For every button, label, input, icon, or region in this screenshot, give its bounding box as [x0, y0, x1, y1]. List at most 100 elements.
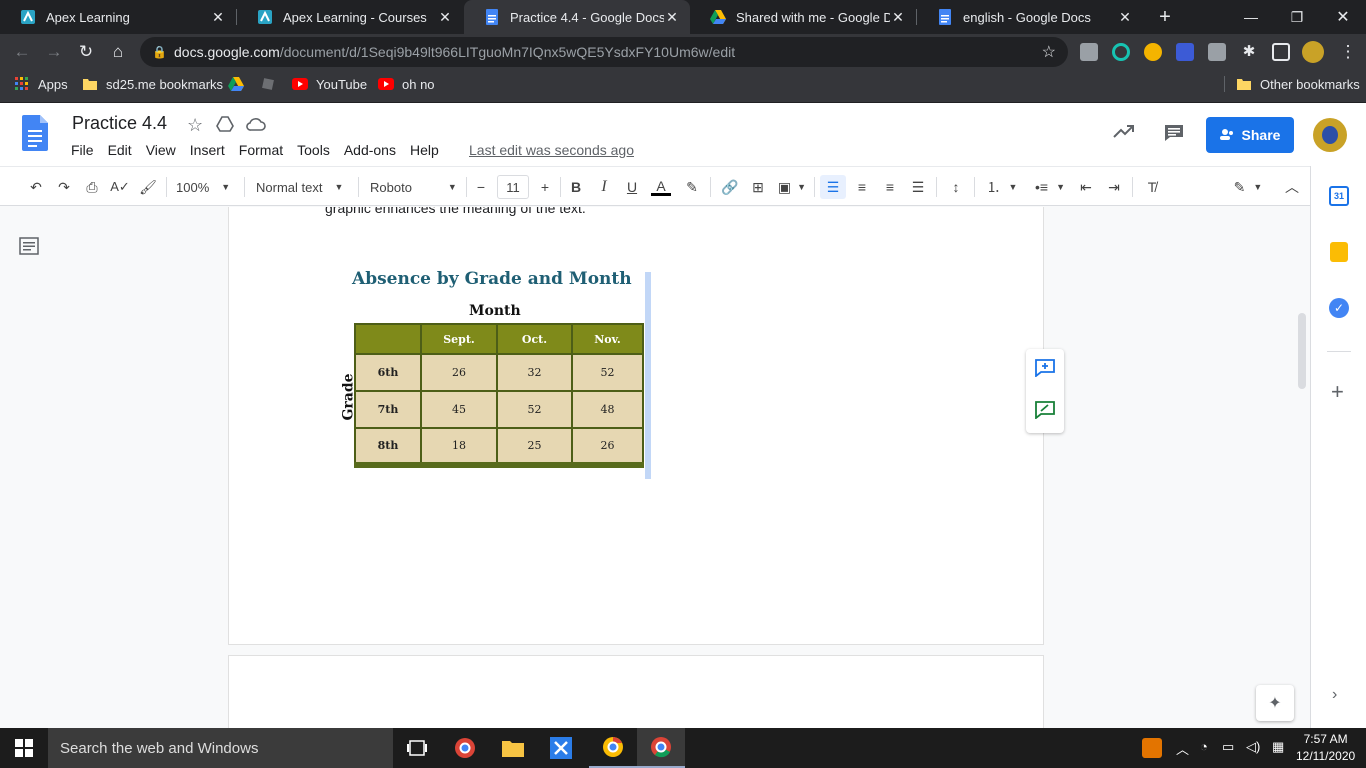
editing-mode-icon[interactable]: ✎ ▼	[1228, 175, 1268, 199]
tab-practice-doc[interactable]: Practice 4.4 - Google Docs ✕	[464, 0, 690, 34]
redo-icon[interactable]: ↷	[52, 175, 76, 199]
bulleted-list-icon[interactable]: •≡ ▼	[1030, 175, 1070, 199]
menu-edit[interactable]: Edit	[108, 142, 132, 158]
star-icon[interactable]: ☆	[187, 115, 203, 136]
file-explorer-icon[interactable]	[489, 728, 537, 768]
explore-button[interactable]: ✦	[1256, 685, 1294, 721]
extension-b-icon[interactable]	[1080, 43, 1098, 61]
spellcheck-icon[interactable]: A✓	[108, 175, 132, 199]
chrome-active-icon[interactable]	[637, 728, 685, 768]
add-comment-icon[interactable]: ⊞	[746, 175, 770, 199]
align-right-icon[interactable]: ≡	[878, 175, 902, 199]
chrome-menu-icon[interactable]: ⋮	[1336, 40, 1360, 64]
font-family-select[interactable]: Roboto ▼	[370, 175, 464, 199]
extension-print-icon[interactable]	[1208, 43, 1226, 61]
menu-view[interactable]: View	[146, 142, 176, 158]
bookmark-drive[interactable]	[228, 70, 252, 98]
menu-file[interactable]: File	[71, 142, 94, 158]
justify-icon[interactable]: ☰	[906, 175, 930, 199]
docs-logo-icon[interactable]	[22, 115, 48, 156]
tab-close-icon[interactable]: ✕	[437, 9, 453, 26]
window-close-icon[interactable]: ✕	[1320, 0, 1366, 34]
numbered-list-icon[interactable]: ⒈ ▼	[982, 175, 1022, 199]
print-icon[interactable]: ⎙	[80, 175, 104, 199]
menu-insert[interactable]: Insert	[190, 142, 225, 158]
task-view-icon[interactable]	[393, 728, 441, 768]
align-left-icon[interactable]: ☰	[820, 175, 846, 199]
back-icon[interactable]: ←	[10, 40, 34, 64]
suggest-edits-icon[interactable]	[1035, 401, 1055, 424]
bookmark-star-icon[interactable]: ☆	[1042, 42, 1056, 62]
move-to-folder-icon[interactable]	[216, 116, 234, 137]
url-bar[interactable]: 🔒 docs.google.com/document/d/1Seqi9b49lt…	[140, 37, 1068, 67]
cloud-saved-icon[interactable]	[246, 117, 266, 136]
tasks-icon[interactable]: ✓	[1329, 298, 1349, 318]
profile-avatar-icon[interactable]	[1302, 41, 1324, 63]
activity-trend-icon[interactable]	[1113, 125, 1135, 144]
bold-icon[interactable]: B	[564, 175, 588, 199]
windows-start-icon[interactable]	[0, 728, 48, 768]
extension-refresh-icon[interactable]	[1112, 43, 1130, 61]
home-icon[interactable]: ⌂	[106, 40, 130, 64]
align-center-icon[interactable]: ≡	[850, 175, 874, 199]
increase-font-size-icon[interactable]: +	[534, 175, 556, 199]
new-tab-icon[interactable]: +	[1142, 0, 1188, 34]
zoom-select[interactable]: 100% ▼	[176, 175, 236, 199]
extension-thumb-icon[interactable]	[1144, 43, 1162, 61]
roblox-studio-icon[interactable]	[537, 728, 585, 768]
add-comment-icon[interactable]	[1035, 359, 1055, 382]
taskbar-search-box[interactable]: Search the web and Windows	[48, 728, 393, 768]
document-page[interactable]: graphic enhances the meaning of the text…	[228, 207, 1044, 645]
underline-icon[interactable]: U	[620, 175, 644, 199]
menu-format[interactable]: Format	[239, 142, 283, 158]
tab-apex-courses[interactable]: Apex Learning - Courses ✕	[237, 0, 463, 34]
tab-close-icon[interactable]: ✕	[210, 9, 226, 26]
forward-icon[interactable]: →	[42, 40, 66, 64]
menu-help[interactable]: Help	[410, 142, 439, 158]
notification-app-icon[interactable]	[1142, 738, 1162, 758]
cast-icon[interactable]	[1272, 43, 1290, 61]
tab-close-icon[interactable]: ✕	[890, 9, 906, 26]
bookmark-other[interactable]: Other bookmarks	[1236, 70, 1360, 98]
vertical-scrollbar[interactable]	[1298, 313, 1306, 389]
bookmark-oh-no[interactable]: oh no	[378, 70, 435, 98]
tab-close-icon[interactable]: ✕	[1117, 9, 1133, 26]
keyboard-icon[interactable]: ▦	[1272, 739, 1284, 755]
decrease-indent-icon[interactable]: ⇤	[1074, 175, 1098, 199]
undo-icon[interactable]: ↶	[24, 175, 48, 199]
absence-figure[interactable]: Absence by Grade and Month Month Grade S…	[334, 269, 652, 479]
keep-icon[interactable]	[1330, 242, 1348, 262]
get-addons-icon[interactable]: +	[1331, 381, 1344, 403]
clear-formatting-icon[interactable]: T̸	[1140, 175, 1164, 199]
share-button[interactable]: Share	[1206, 117, 1294, 153]
line-spacing-icon[interactable]: ↕	[944, 175, 968, 199]
chrome-profile-icon[interactable]	[441, 728, 489, 768]
restore-icon[interactable]: ❐	[1274, 0, 1320, 34]
increase-indent-icon[interactable]: ⇥	[1102, 175, 1126, 199]
collapse-menus-icon[interactable]: ︿	[1280, 175, 1304, 199]
text-color-icon[interactable]: A	[648, 175, 674, 199]
insert-image-icon[interactable]: ▣ ▼	[774, 175, 810, 199]
minimize-icon[interactable]: —	[1228, 0, 1274, 34]
battery-icon[interactable]: ▭	[1222, 739, 1234, 755]
paint-format-icon[interactable]: 🖌	[136, 175, 160, 199]
tab-apex-learning[interactable]: Apex Learning ✕	[0, 0, 236, 34]
font-size-input[interactable]: 11	[497, 175, 529, 199]
paragraph-style-select[interactable]: Normal text ▼	[256, 175, 350, 199]
account-avatar[interactable]	[1313, 118, 1347, 152]
extension-d-icon[interactable]	[1176, 43, 1194, 61]
bookmark-youtube[interactable]: YouTube	[292, 70, 367, 98]
extensions-puzzle-icon[interactable]: ✱	[1240, 43, 1258, 61]
bookmark-sd25[interactable]: sd25.me bookmarks	[82, 70, 223, 98]
insert-link-icon[interactable]: 🔗	[718, 175, 742, 199]
expand-panel-icon[interactable]: ›	[1332, 686, 1337, 704]
volume-icon[interactable]: ◁)	[1246, 739, 1260, 755]
highlight-color-icon[interactable]: ✎	[680, 175, 704, 199]
outline-icon[interactable]	[19, 237, 39, 260]
menu-tools[interactable]: Tools	[297, 142, 330, 158]
wifi-icon[interactable]: ◔	[1200, 739, 1208, 754]
document-title[interactable]: Practice 4.4	[72, 113, 167, 134]
calendar-icon[interactable]: 31	[1329, 186, 1349, 206]
show-hidden-icons-icon[interactable]: ︿	[1176, 739, 1189, 758]
chrome-icon[interactable]	[589, 728, 637, 768]
